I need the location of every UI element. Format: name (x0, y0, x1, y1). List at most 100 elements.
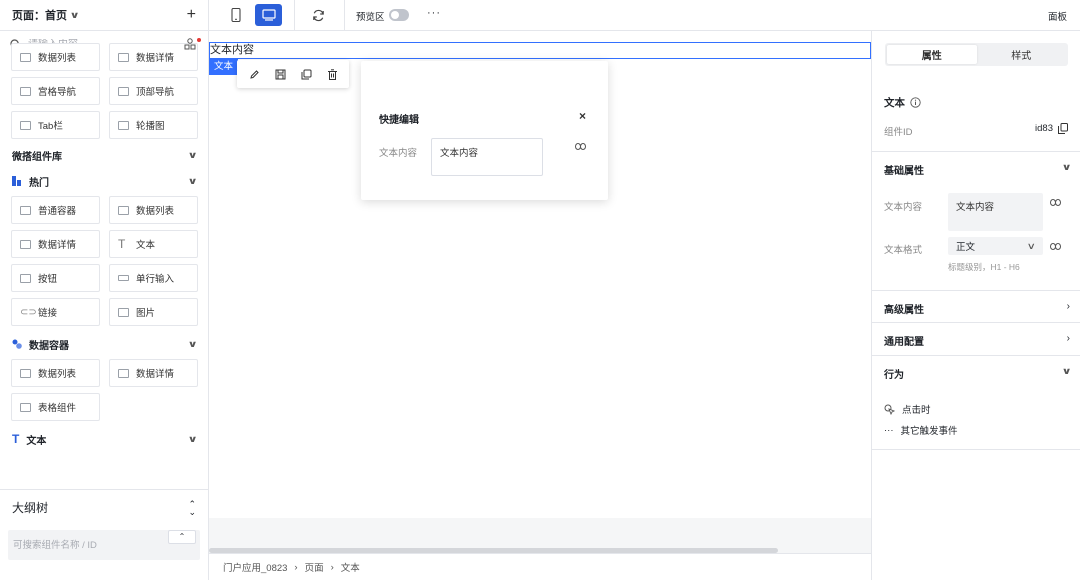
section-title: 通用配置 (884, 337, 924, 348)
close-icon[interactable]: × (579, 109, 586, 123)
component-item[interactable]: 单行输入 (109, 264, 198, 292)
info-icon[interactable] (910, 97, 921, 108)
component-item[interactable]: 数据列表 (11, 43, 100, 71)
chevron-right-icon: › (1066, 333, 1070, 344)
component-item[interactable]: 顶部导航 (109, 77, 198, 105)
data-container-grid: 数据列表 数据详情 表格组件 (0, 359, 208, 421)
group-header-text[interactable]: T 文本 ∨ (0, 426, 208, 452)
component-item[interactable]: T 文本 (109, 230, 198, 258)
grid-nav-icon (20, 86, 31, 96)
more-options-icon[interactable]: ··· (427, 7, 441, 19)
component-item[interactable]: 普通容器 (11, 196, 100, 224)
quick-action-toolbar (237, 60, 349, 88)
bind-link-icon[interactable] (1050, 243, 1061, 250)
data-list-icon (20, 52, 31, 62)
text-format-label: 文本格式 (884, 245, 923, 256)
chevron-down-icon: ∨ (187, 175, 198, 186)
group-title: 数据容器 (29, 340, 69, 352)
preview-label: 预览区 (356, 12, 385, 23)
delete-icon[interactable] (325, 67, 339, 81)
component-item[interactable]: 数据详情 (11, 230, 100, 258)
design-canvas[interactable]: 文本内容 文本 快捷编辑 × 文本内容 文本内容 (209, 31, 871, 518)
component-name: 文本 (884, 95, 921, 110)
breadcrumb-item[interactable]: 页面 (305, 560, 324, 574)
mobile-view-button[interactable] (222, 4, 249, 26)
quick-edit-popover: 快捷编辑 × 文本内容 文本内容 (361, 61, 608, 200)
component-label: 顶部导航 (136, 87, 175, 98)
divider (872, 355, 1080, 356)
component-item[interactable]: 按钮 (11, 264, 100, 292)
page-label: 页面：首页 (12, 10, 67, 22)
text-format-value: 正文 (956, 242, 976, 253)
save-icon[interactable] (273, 67, 287, 81)
table-icon (20, 402, 31, 412)
tab-styles[interactable]: 样式 (977, 45, 1067, 64)
section-behavior[interactable]: 行为 ∨ (884, 366, 1071, 381)
component-item[interactable]: ⊂⊃ 链接 (11, 298, 100, 326)
group-title: 文本 (26, 435, 47, 447)
group-header-data-container[interactable]: 数据容器 ∨ (0, 331, 208, 357)
input-icon (118, 275, 129, 281)
data-detail-icon (20, 239, 31, 249)
category-filter-icon[interactable] (184, 37, 201, 52)
on-click-event[interactable]: 点击时 (884, 402, 931, 416)
outline-tree-panel: 大纲树 ⌃⌄ ⌃ (0, 489, 208, 580)
section-basic-properties[interactable]: 基础属性 ∨ (884, 162, 1072, 177)
text-content-label: 文本内容 (884, 202, 923, 213)
page-selector[interactable]: 页面：首页 ∨ (12, 7, 80, 23)
top-toolbar: 预览区 ··· 面板 (209, 0, 1080, 31)
copy-icon[interactable] (299, 67, 313, 81)
tab-properties[interactable]: 属性 (887, 45, 977, 64)
collapse-up-button[interactable]: ⌃ (168, 530, 196, 544)
component-item[interactable]: 数据列表 (11, 359, 100, 387)
bind-link-icon[interactable] (1050, 199, 1061, 206)
breadcrumb-item[interactable]: 门户应用_0823 (223, 560, 287, 574)
component-label: 宫格导航 (38, 87, 77, 98)
divider (872, 290, 1080, 291)
image-icon (118, 307, 129, 317)
desktop-view-button[interactable] (255, 4, 282, 26)
component-label: 文本 (136, 240, 156, 251)
component-id-value: id83 (1035, 123, 1053, 134)
component-item[interactable]: 宫格导航 (11, 77, 100, 105)
component-item[interactable]: Tab栏 (11, 111, 100, 139)
section-common-config[interactable]: 通用配置 › (884, 333, 1070, 348)
component-id-label: 组件ID (884, 127, 913, 138)
component-item[interactable]: 数据列表 (109, 196, 198, 224)
breadcrumb-item[interactable]: 文本 (341, 560, 360, 574)
toolbar-divider (344, 0, 345, 31)
component-label: 数据详情 (38, 240, 77, 251)
text-format-select[interactable]: 正文 ∨ (948, 237, 1043, 255)
group-header-hot[interactable]: 热门 ∨ (0, 168, 208, 194)
copy-icon[interactable] (1058, 123, 1068, 134)
text-content-input[interactable]: 文本内容 (948, 193, 1043, 231)
refresh-button[interactable] (305, 4, 332, 26)
chevron-down-icon: ∨ (1027, 240, 1037, 251)
text-icon: T (118, 237, 126, 251)
breadcrumb: 门户应用_0823 › 页面 › 文本 (209, 553, 871, 580)
selected-text-component[interactable]: 文本内容 (209, 42, 871, 59)
other-events[interactable]: ··· 其它触发事件 (884, 423, 958, 438)
preview-toggle[interactable] (389, 9, 409, 21)
chevron-down-icon: ∨ (1061, 162, 1072, 172)
component-item[interactable]: 轮播图 (109, 111, 198, 139)
panel-toggle-button[interactable]: 面板 (1048, 9, 1067, 23)
component-item[interactable]: 图片 (109, 298, 198, 326)
component-label: 数据列表 (38, 53, 77, 64)
data-detail-icon (118, 368, 129, 378)
expand-collapse-icon[interactable]: ⌃ ⌄ (188, 499, 196, 516)
bind-link-icon[interactable] (575, 143, 586, 150)
quick-edit-text-field[interactable]: 文本内容 (431, 138, 543, 176)
hot-group-icon (12, 176, 21, 186)
other-events-label: 其它触发事件 (900, 426, 958, 437)
library-title: 微搭组件库 (12, 151, 62, 163)
mobile-icon (230, 8, 241, 22)
section-title: 高级属性 (884, 305, 924, 316)
component-item[interactable]: 表格组件 (11, 393, 100, 421)
component-label: 单行输入 (136, 274, 175, 285)
library-header[interactable]: 微搭组件库 ∨ (0, 142, 208, 168)
edit-pencil-icon[interactable] (247, 67, 261, 81)
add-page-icon[interactable]: + (187, 7, 196, 23)
component-item[interactable]: 数据详情 (109, 359, 198, 387)
section-advanced-properties[interactable]: 高级属性 › (884, 301, 1070, 316)
